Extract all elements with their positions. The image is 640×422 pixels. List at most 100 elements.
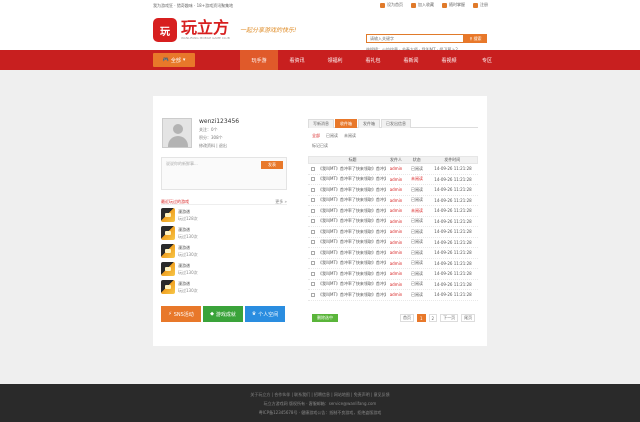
table-row[interactable]: 《我叫MT》首冲率了快来领取》首冲奖励 admin 已阅读 14-09-26 11:2… <box>308 217 478 227</box>
page-first[interactable]: 首页 <box>400 314 414 322</box>
search-button[interactable]: ⚲ 搜索 <box>464 34 487 43</box>
nav-item-gifts[interactable]: 看礼包 <box>354 50 392 70</box>
page-1[interactable]: 1 <box>417 314 426 322</box>
game-icon <box>161 208 175 222</box>
message-title[interactable]: 《我叫MT》首冲率了快来领取》首冲奖励 <box>318 260 386 266</box>
table-row[interactable]: 《我叫MT》首冲率了快来领取》首冲奖励 admin 已阅读 14-09-26 11:2… <box>308 280 478 290</box>
tab-outbox[interactable]: 发件箱 <box>358 119 380 128</box>
message-title[interactable]: 《我叫MT》首冲率了快来领取》首冲奖励 <box>318 176 386 182</box>
table-row[interactable]: 《我叫MT》首冲率了快来领取》首冲奖励 admin 已阅读 14-09-26 11:2… <box>308 259 478 269</box>
set-homepage-link[interactable]: 设为首页 <box>380 2 403 8</box>
tab-sent[interactable]: 已发出信息 <box>381 119 411 128</box>
nav-item-news[interactable]: 看资讯 <box>278 50 316 70</box>
message-sender: admin <box>389 166 403 172</box>
message-title[interactable]: 《我叫MT》首冲率了快来领取》首冲奖励 <box>318 187 386 193</box>
page-last[interactable]: 尾页 <box>461 314 476 322</box>
table-row[interactable]: 《我叫MT》首冲率了快来领取》首冲奖励 admin 已阅读 14-09-26 11:2… <box>308 196 478 206</box>
row-checkbox[interactable] <box>308 292 318 297</box>
main-nav: 🎮 全部 ▾ 玩手游 看资讯 领福利 看礼包 看新闻 看视频 专区 <box>0 50 640 70</box>
table-row[interactable]: 《我叫MT》首冲率了快来领取》首冲奖励 admin 已阅读 14-09-26 11:2… <box>308 227 478 238</box>
table-row[interactable]: 《我叫MT》首冲率了快来领取》首冲奖励 admin 已阅读 14-09-26 11:2… <box>308 185 478 196</box>
list-item[interactable]: 漫游谱 玩过130次 <box>161 225 287 243</box>
message-sender: admin <box>389 281 403 287</box>
page-2[interactable]: 2 <box>428 314 438 322</box>
list-item[interactable]: 漫游谱 玩过130次 <box>161 243 287 261</box>
message-title[interactable]: 《我叫MT》首冲率了快来领取》首冲奖励 <box>318 239 386 245</box>
table-row[interactable]: 《我叫MT》首冲率了快来领取》首冲奖励 admin 未阅读 14-09-26 11:2… <box>308 175 478 185</box>
delete-selected-button[interactable]: 删除选中 <box>312 314 338 322</box>
row-checkbox[interactable] <box>308 229 318 234</box>
message-time: 14-09-26 11:21:28 <box>434 281 472 287</box>
message-status: 已阅读 <box>411 291 423 297</box>
message-status: 已阅读 <box>411 165 423 171</box>
message-title[interactable]: 《我叫MT》首冲率了快来领取》首冲奖励 <box>318 229 386 235</box>
profile-actions[interactable]: 修改资料 | 退出 <box>199 143 227 149</box>
nav-item-zones[interactable]: 专区 <box>468 50 506 70</box>
message-title[interactable]: 《我叫MT》首冲率了快来领取》首冲奖励 <box>318 218 386 224</box>
nav-item-videos[interactable]: 看视频 <box>430 50 468 70</box>
tab-inbox[interactable]: 收件箱 <box>335 119 357 128</box>
search-input[interactable] <box>366 34 464 43</box>
list-item[interactable]: 漫游谱 玩过128次 <box>161 207 287 225</box>
register-link[interactable]: 注册 <box>473 2 488 8</box>
mobile-link[interactable]: 随时掌握 <box>442 2 465 8</box>
table-row[interactable]: 《我叫MT》首冲率了快来领取》首冲奖励 admin 已阅读 14-09-26 11:2… <box>308 290 478 301</box>
row-checkbox[interactable] <box>308 166 318 171</box>
page-next[interactable]: 下一页 <box>440 314 459 322</box>
post-button[interactable]: 发表 <box>261 161 283 169</box>
message-title[interactable]: 《我叫MT》首冲率了快来领取》首冲奖励 <box>318 208 386 214</box>
row-checkbox[interactable] <box>308 219 318 224</box>
footer-links[interactable]: 关于玩立方 | 合作伙伴 | 联系我们 | 招聘信息 | 网站地图 | 免责声明… <box>0 392 640 398</box>
table-row[interactable]: 《我叫MT》首冲率了快来领取》首冲奖励 admin 已阅读 14-09-26 11:2… <box>308 238 478 248</box>
message-title[interactable]: 《我叫MT》首冲率了快来领取》首冲奖励 <box>318 271 386 277</box>
tab-compose[interactable]: 写新消息 <box>308 119 334 128</box>
row-checkbox[interactable] <box>308 282 318 287</box>
site-logo[interactable]: 玩 玩立方 WANLIFANG MOBILE GAME CLUB <box>153 18 230 42</box>
table-row[interactable]: 《我叫MT》首冲率了快来领取》首冲奖励 admin 已阅读 14-09-26 11:2… <box>308 164 478 175</box>
row-checkbox[interactable] <box>308 250 318 255</box>
pagination: 首页 1 2 下一页 尾页 <box>400 314 476 322</box>
message-title[interactable]: 《我叫MT》首冲率了快来领取》首冲奖励 <box>318 197 386 203</box>
personal-space-button[interactable]: ♛ 个人空间 <box>245 306 285 322</box>
game-icon <box>161 280 175 294</box>
table-row[interactable]: 《我叫MT》首冲率了快来领取》首冲奖励 admin 已阅读 14-09-26 11:2… <box>308 248 478 259</box>
filter-unread[interactable]: 未阅读 <box>344 133 356 139</box>
footer-copyright: 玩立方游戏网 版权所有 · 客服邮箱：service@wanlifang.com <box>263 401 377 406</box>
message-sender: admin <box>389 176 403 182</box>
message-time: 14-09-26 11:21:28 <box>434 218 472 224</box>
mark-read-link[interactable]: 标记已读 <box>312 143 328 149</box>
message-status: 已阅读 <box>411 270 423 276</box>
filter-read[interactable]: 已阅读 <box>326 133 338 139</box>
row-checkbox[interactable] <box>308 187 318 192</box>
nav-item-play[interactable]: 玩手游 <box>240 50 278 70</box>
all-games-button[interactable]: 🎮 全部 ▾ <box>153 53 195 67</box>
list-item[interactable]: 漫游谱 玩过130次 <box>161 261 287 279</box>
message-title[interactable]: 《我叫MT》首冲率了快来领取》首冲奖励 <box>318 250 386 256</box>
table-row[interactable]: 《我叫MT》首冲率了快来领取》首冲奖励 admin 未阅读 14-09-26 11:2… <box>308 206 478 217</box>
avatar[interactable] <box>162 118 192 148</box>
row-checkbox[interactable] <box>308 198 318 203</box>
table-row[interactable]: 《我叫MT》首冲率了快来领取》首冲奖励 admin 已阅读 14-09-26 11:2… <box>308 269 478 280</box>
row-checkbox[interactable] <box>308 261 318 266</box>
table-header: 标题 发件人 状态 发件时间 <box>308 156 478 164</box>
message-title[interactable]: 《我叫MT》首冲率了快来领取》首冲奖励 <box>318 281 386 287</box>
more-link[interactable]: 更多 » <box>275 199 287 205</box>
nav-item-welfare[interactable]: 领福利 <box>316 50 354 70</box>
message-sender: admin <box>389 197 403 203</box>
chevron-down-icon: ▾ <box>182 57 186 63</box>
filter-all[interactable]: 全部 <box>312 133 320 139</box>
message-time: 14-09-26 11:21:28 <box>434 250 472 256</box>
row-checkbox[interactable] <box>308 240 318 245</box>
status-post-box[interactable]: 说说你的新鲜事... 发表 <box>161 157 287 190</box>
list-item[interactable]: 漫游谱 玩过130次 <box>161 279 287 297</box>
message-title[interactable]: 《我叫MT》首冲率了快来领取》首冲奖励 <box>318 166 386 172</box>
sns-activity-button[interactable]: ⚡ SNS活动 <box>161 306 201 322</box>
row-checkbox[interactable] <box>308 177 318 182</box>
bookmark-link[interactable]: 加入收藏 <box>411 2 434 8</box>
row-checkbox[interactable] <box>308 271 318 276</box>
row-checkbox[interactable] <box>308 208 318 213</box>
user-icon <box>473 2 478 8</box>
nav-item-articles[interactable]: 看新闻 <box>392 50 430 70</box>
message-title[interactable]: 《我叫MT》首冲率了快来领取》首冲奖励 <box>318 292 386 298</box>
game-achievement-button[interactable]: ◆ 游戏成就 <box>203 306 243 322</box>
